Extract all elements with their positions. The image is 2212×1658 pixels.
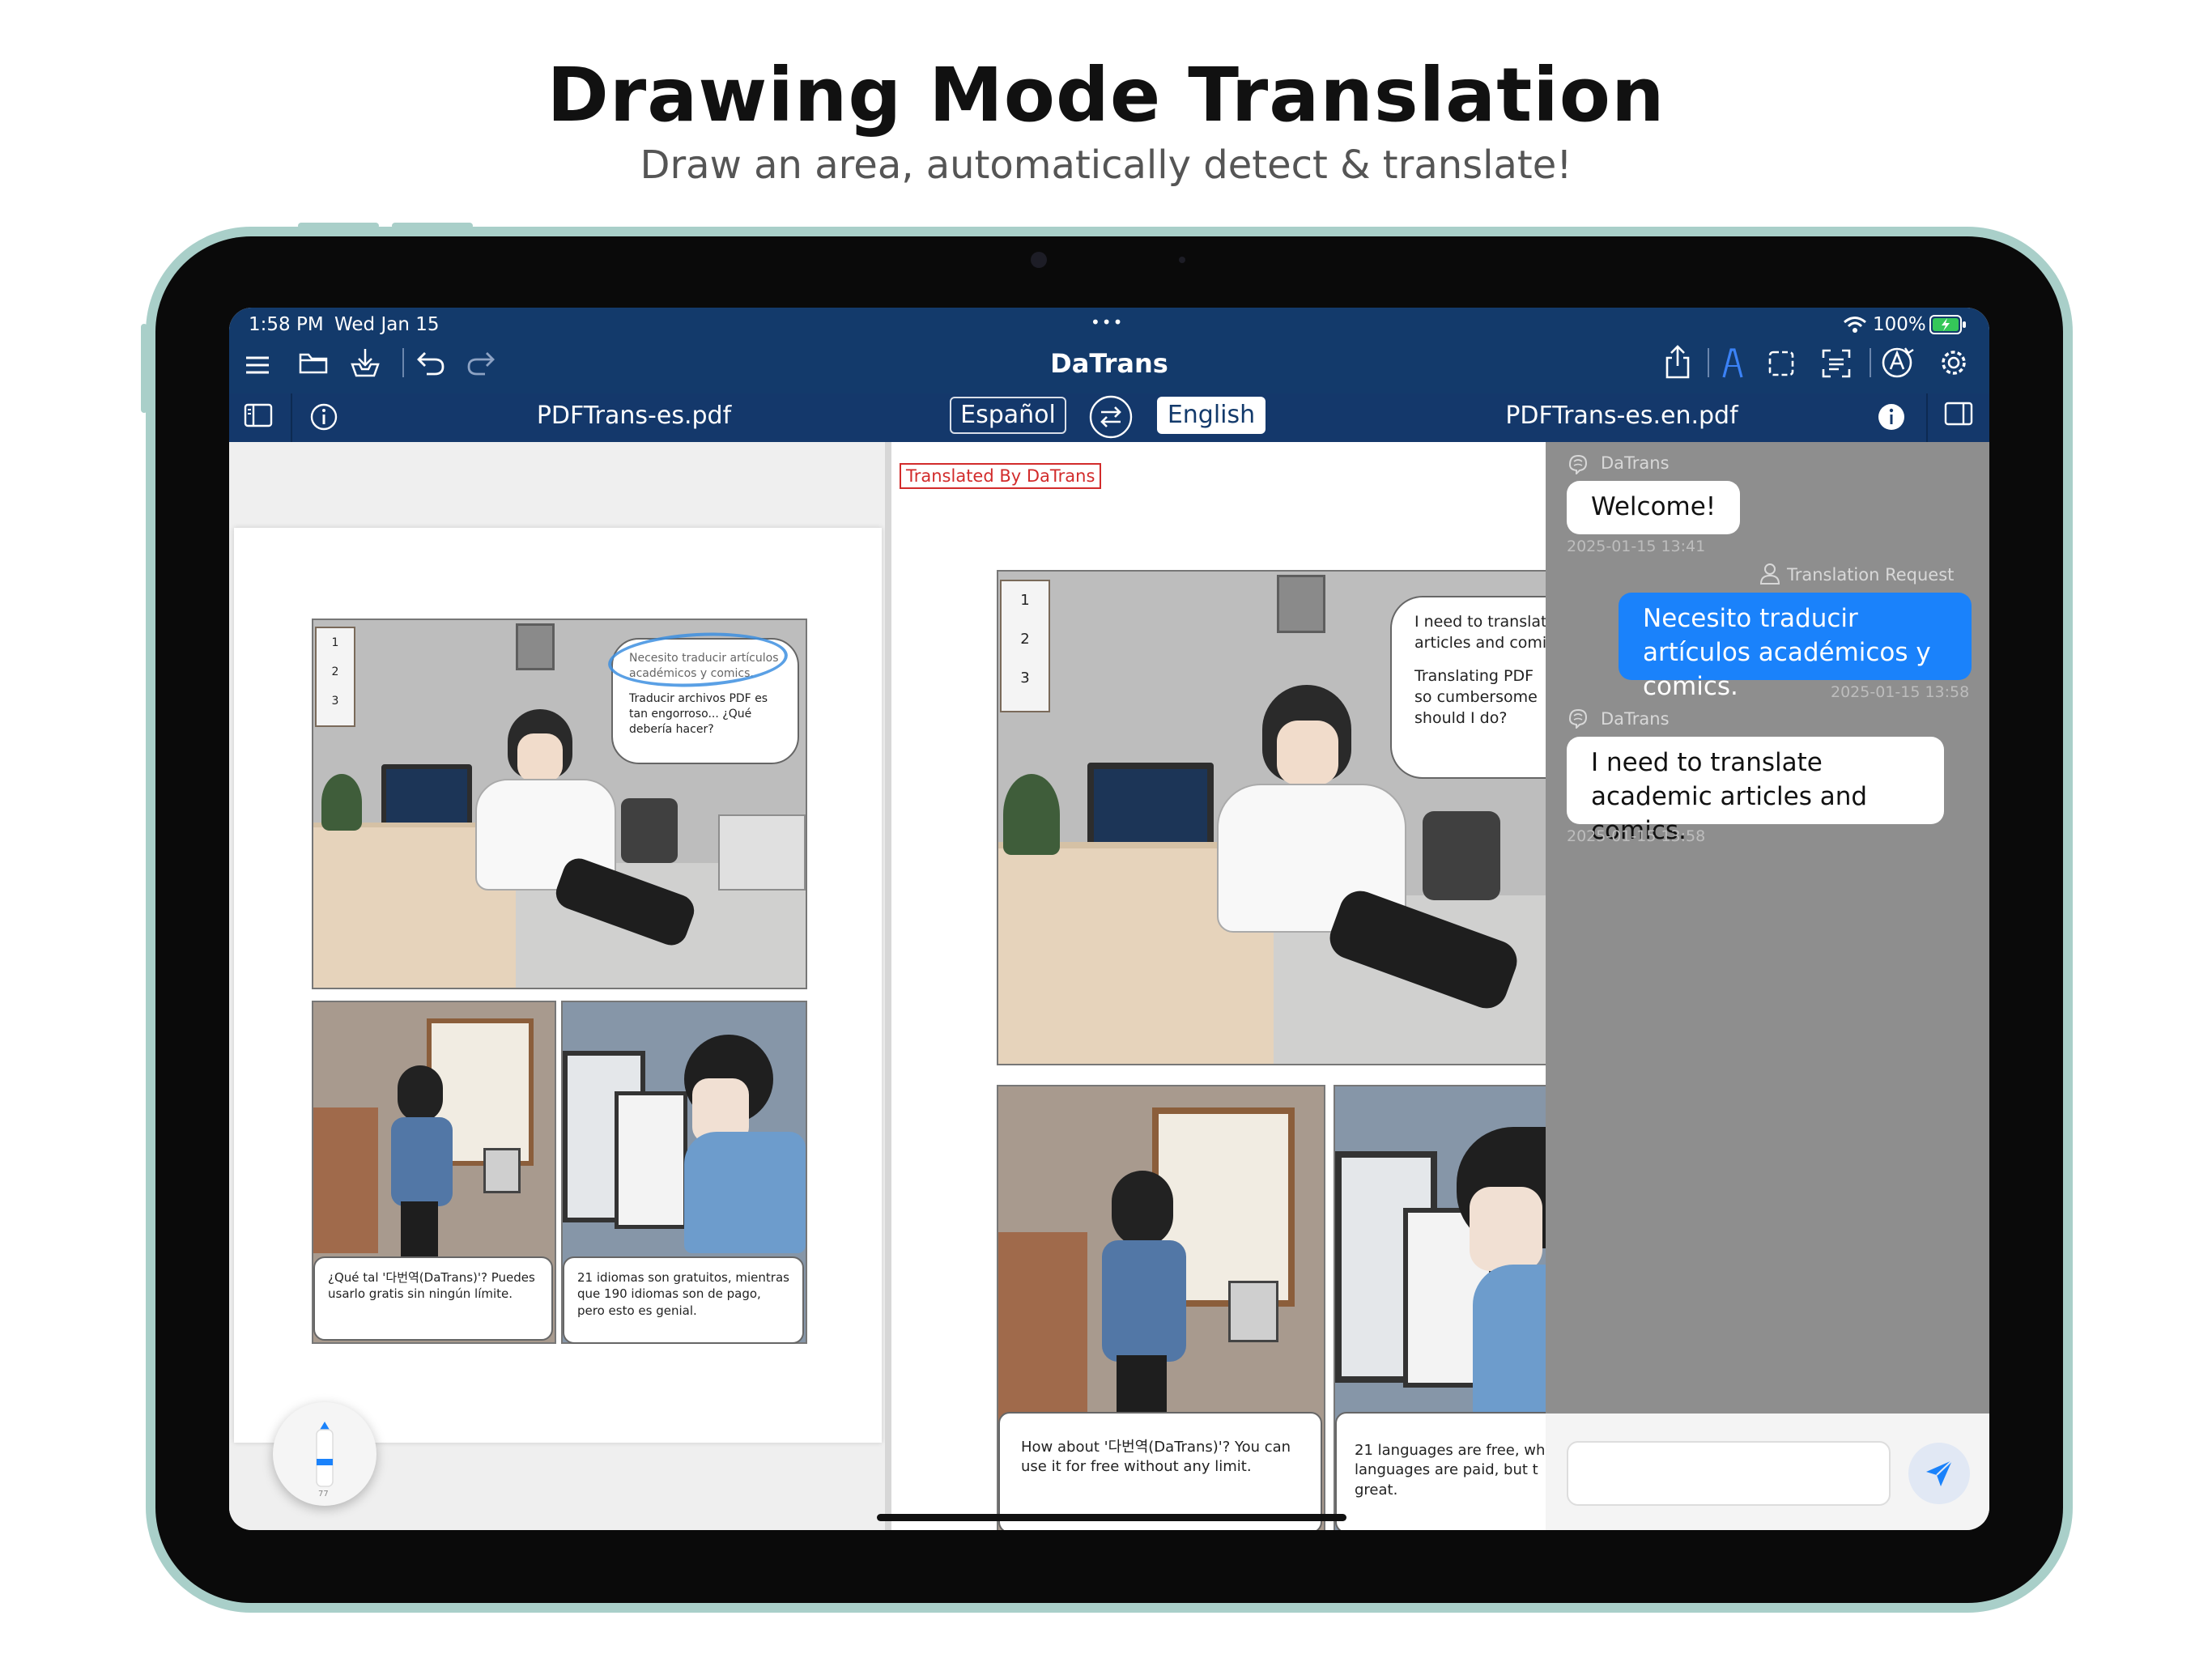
small-monitor xyxy=(1228,1281,1278,1342)
wall-picture xyxy=(516,623,555,670)
ai-translate-icon[interactable] xyxy=(1881,345,1916,379)
status-date: Wed Jan 15 xyxy=(334,314,440,335)
small-monitor xyxy=(483,1148,521,1193)
source-bubble-text: Traducir archivos PDF es tan engorroso..… xyxy=(629,691,768,736)
source-caption-right: 21 idiomas son gratuitos, mientras que 1… xyxy=(563,1256,804,1344)
send-button[interactable] xyxy=(1908,1443,1970,1504)
swap-languages-icon[interactable] xyxy=(1089,395,1133,439)
pen-icon[interactable] xyxy=(1719,346,1746,379)
girl-hair xyxy=(398,1065,443,1122)
source-language-button[interactable]: Español xyxy=(950,397,1066,434)
volume-button xyxy=(298,223,379,229)
source-info-icon[interactable] xyxy=(310,403,338,431)
plant xyxy=(321,774,362,831)
selection-icon[interactable] xyxy=(1767,350,1795,377)
target-info-icon[interactable] xyxy=(1878,403,1905,431)
floating-highlighter-button[interactable]: 77 xyxy=(273,1402,376,1506)
chat-sender-name: Translation Request xyxy=(1787,565,1955,585)
calendar: 123 xyxy=(1000,580,1050,712)
home-indicator[interactable] xyxy=(877,1514,1346,1521)
translated-bubble-line: I need to translat xyxy=(1414,613,1546,631)
translated-speech-bubble: I need to translat articles and comi Tra… xyxy=(1390,596,1546,779)
office-chair xyxy=(1423,811,1500,900)
right-sidebar-toggle-icon[interactable] xyxy=(1944,402,1973,426)
multitasking-dots[interactable]: ••• xyxy=(1091,312,1124,332)
chat-message-input[interactable] xyxy=(1567,1441,1891,1506)
dresser xyxy=(998,1232,1087,1426)
user-icon xyxy=(1759,562,1780,585)
target-language-button[interactable]: English xyxy=(1157,397,1266,434)
source-file-name: PDFTrans-es.pdf xyxy=(536,402,732,430)
battery-icon xyxy=(1929,315,1967,334)
left-sidebar-toggle-icon[interactable] xyxy=(244,403,273,427)
translated-bubble-line: articles and comi xyxy=(1414,633,1546,652)
girl-jacket xyxy=(391,1117,453,1206)
highlighter-label: 77 xyxy=(318,1490,329,1499)
bot-message-bubble[interactable]: I need to translate academic articles an… xyxy=(1567,737,1944,845)
dresser xyxy=(313,1107,378,1253)
user-message-bubble[interactable]: Necesito traducir artículos académicos y… xyxy=(1619,593,1972,701)
wall-picture xyxy=(1277,575,1325,633)
pane-divider[interactable] xyxy=(885,442,891,1530)
marketing-subline: Draw an area, automatically detect & tra… xyxy=(640,142,1572,188)
translated-document-pane[interactable]: Translated By DaTrans 123 I need to tran… xyxy=(891,442,1546,1530)
chat-timestamp: 2025-01-15 13:41 xyxy=(1567,538,1706,555)
share-icon[interactable] xyxy=(1664,345,1691,379)
translated-bubble-line: should I do? xyxy=(1414,708,1508,727)
translated-bubble-line: Translating PDF xyxy=(1414,667,1534,686)
toolbar-divider xyxy=(1870,348,1871,377)
volume-button xyxy=(392,223,473,229)
screen: 1:58 PM Wed Jan 15 ••• 100% DaTrans PDFT… xyxy=(229,308,1989,1530)
calendar: 123 xyxy=(315,627,355,727)
computer-screen-2 xyxy=(615,1091,687,1229)
datrans-bot-icon xyxy=(1567,453,1589,474)
source-page[interactable]: 123 Necesito traducir artículos académic… xyxy=(234,528,882,1443)
translated-caption-left: How about '다번역(DaTrans)'? You can use it… xyxy=(998,1412,1322,1530)
target-file-name: PDFTrans-es.en.pdf xyxy=(1505,402,1738,430)
plant xyxy=(1003,774,1060,855)
bot-message-bubble[interactable]: Welcome! xyxy=(1567,481,1741,534)
highlighter-icon xyxy=(316,1422,334,1487)
chat-timestamp: 2025-01-15 13:58 xyxy=(1567,827,1706,845)
office-chair xyxy=(621,798,678,863)
girl-hair xyxy=(1112,1171,1173,1247)
tab-divider xyxy=(291,393,292,442)
sensor xyxy=(1179,257,1185,263)
translated-by-stamp: Translated By DaTrans xyxy=(900,463,1102,489)
send-icon xyxy=(1926,1460,1953,1486)
chat-timestamp: 2025-01-15 13:58 xyxy=(1831,683,1970,701)
shelf-cart xyxy=(718,814,806,891)
chat-sender-name: DaTrans xyxy=(1601,453,1670,473)
datrans-bot-icon xyxy=(1567,708,1589,729)
girl-jacket xyxy=(1102,1240,1186,1362)
boy-shirt xyxy=(1473,1265,1546,1418)
translated-caption-right: 21 languages are free, wh languages are … xyxy=(1335,1412,1546,1530)
gear-icon[interactable] xyxy=(1939,348,1968,377)
side-button xyxy=(141,324,147,413)
wifi-icon xyxy=(1843,316,1867,334)
toolbar-divider xyxy=(1708,348,1709,377)
character-face xyxy=(1277,721,1338,785)
boy-shirt xyxy=(684,1132,806,1253)
scan-text-icon[interactable] xyxy=(1821,348,1852,379)
boy-face xyxy=(1470,1187,1542,1271)
marketing-headline: Drawing Mode Translation xyxy=(547,52,1665,138)
battery-percent: 100% xyxy=(1873,314,1926,335)
tab-divider xyxy=(1926,393,1928,442)
character-face xyxy=(517,733,563,782)
camera xyxy=(1031,252,1047,268)
chat-sender-name: DaTrans xyxy=(1601,709,1670,729)
girl-legs xyxy=(401,1201,438,1258)
translated-bubble-line: so cumbersome xyxy=(1414,687,1538,706)
source-caption-left: ¿Qué tal '다번역(DaTrans)'? Puedes usarlo g… xyxy=(313,1256,553,1341)
status-time: 1:58 PM xyxy=(249,314,324,335)
